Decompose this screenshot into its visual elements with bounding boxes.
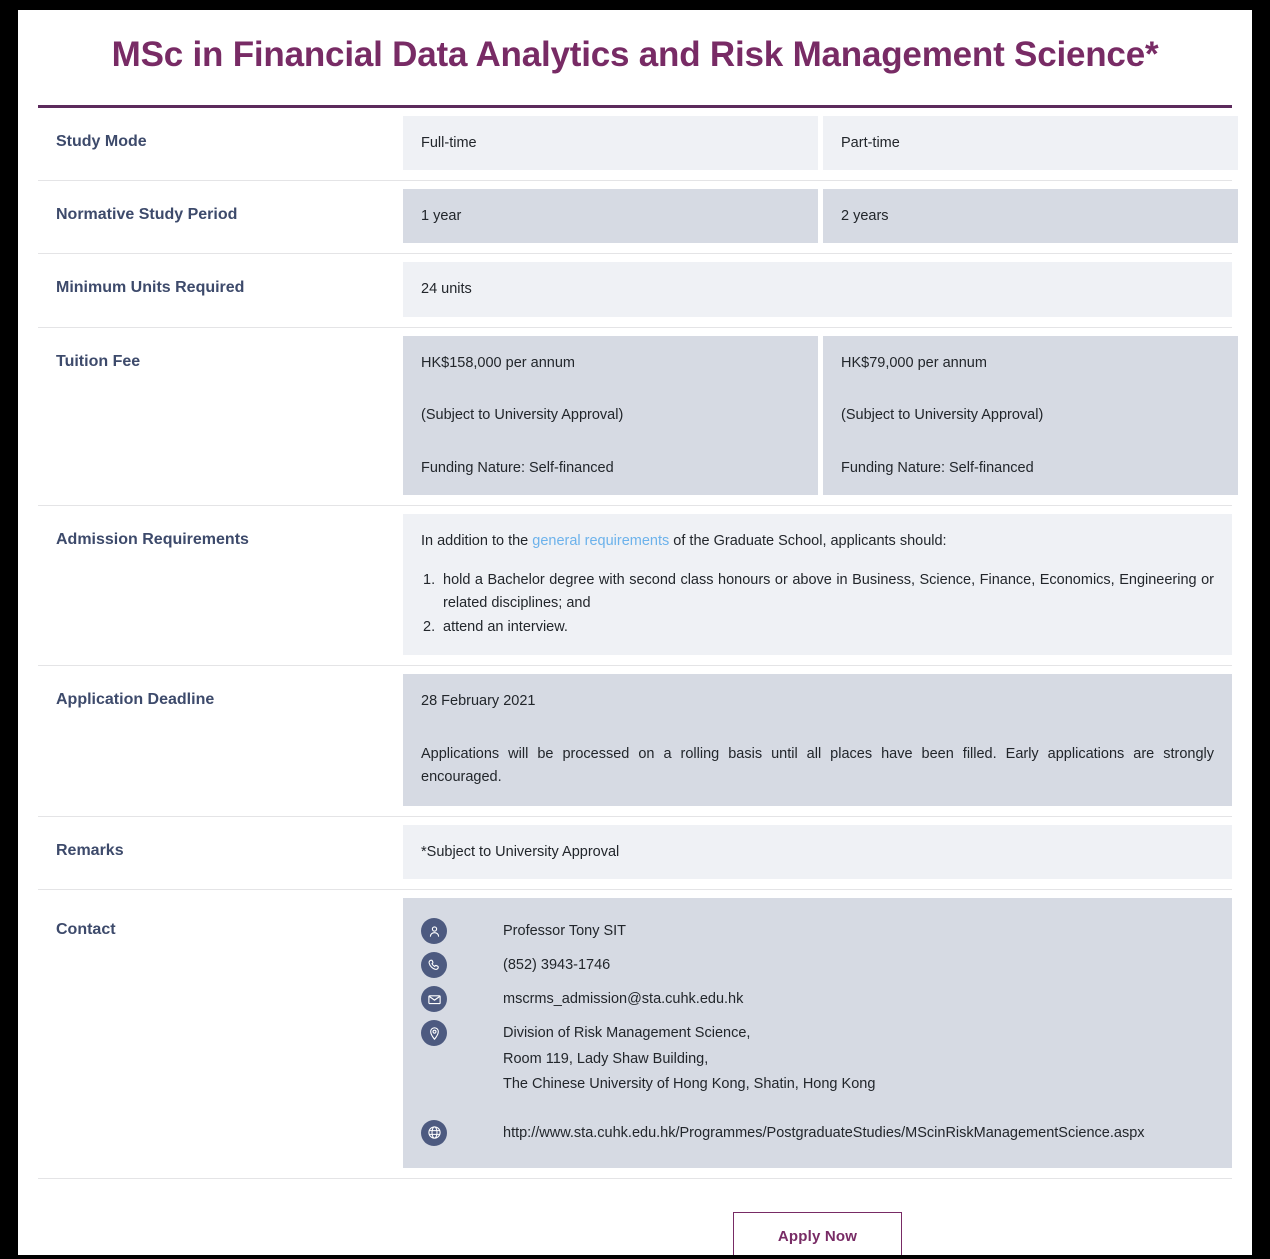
row-values-contact: Professor Tony SIT (852) 3943-1746 mscrm… [403,890,1232,1178]
table-row-tuition-fee: Tuition Fee HK$158,000 per annum (Subjec… [38,327,1238,507]
cell-study-mode-full-time: Full-time [403,115,818,171]
table-row-study-mode: Study Mode Full-time Part-time [38,107,1238,182]
row-values-remarks: *Subject to University Approval [403,817,1232,889]
contact-email: mscrms_admission@sta.cuhk.edu.hk [421,986,1214,1013]
row-label-tuition-fee: Tuition Fee [38,327,403,506]
cell-admission-requirements: In addition to the general requirements … [403,514,1232,656]
row-label-minimum-units: Minimum Units Required [38,254,403,327]
footer-row: Apply Now [38,1178,1232,1255]
tuition-full-time-funding: Funding Nature: Self-financed [421,459,614,476]
device-frame: MSc in Financial Data Analytics and Risk… [0,0,1270,1259]
application-deadline-note: Applications will be processed on a roll… [421,745,1214,786]
row-values-study-mode: Full-time Part-time [403,108,1238,180]
apply-now-button[interactable]: Apply Now [732,1212,903,1255]
contact-address-line-3: The Chinese University of Hong Kong, Sha… [503,1076,876,1093]
cell-normative-part-time: 2 years [823,189,1238,244]
globe-icon [421,1119,447,1146]
contact-address-text: Division of Risk Management Science, Roo… [503,1020,875,1095]
contact-phone: (852) 3943-1746 [421,952,1214,979]
admission-intro-suffix: of the Graduate School, applicants shoul… [669,533,947,550]
person-icon [421,918,447,945]
row-values-minimum-units: 24 units [403,254,1232,326]
admission-intro: In addition to the general requirements … [421,530,1214,552]
table-row-contact: Contact Professor Tony SIT (852) 3943-17… [38,890,1232,1179]
table-row-remarks: Remarks *Subject to University Approval [38,816,1232,891]
admission-requirements-list: hold a Bachelor degree with second class… [421,569,1214,640]
row-label-remarks: Remarks [38,816,403,890]
cell-tuition-full-time: HK$158,000 per annum (Subject to Univers… [403,335,818,496]
tuition-full-time-amount: HK$158,000 per annum [421,354,575,371]
cell-remarks-value: *Subject to University Approval [403,824,1232,880]
table-row-application-deadline: Application Deadline 28 February 2021 Ap… [38,666,1232,817]
contact-website-link[interactable]: http://www.sta.cuhk.edu.hk/Programmes/Po… [503,1120,1145,1144]
phone-icon [421,952,447,979]
title-block: MSc in Financial Data Analytics and Risk… [18,10,1252,79]
tuition-part-time-funding: Funding Nature: Self-financed [841,459,1034,476]
location-pin-icon [421,1020,447,1047]
cell-study-mode-part-time: Part-time [823,115,1238,171]
tuition-part-time-approval: (Subject to University Approval) [841,407,1044,424]
application-deadline-date: 28 February 2021 [421,693,536,710]
page-title: MSc in Financial Data Analytics and Risk… [111,35,1159,74]
table-row-normative-study-period: Normative Study Period 1 year 2 years [38,181,1238,255]
cell-minimum-units-value: 24 units [403,262,1232,317]
general-requirements-link[interactable]: general requirements [532,533,669,549]
list-item: hold a Bachelor degree with second class… [423,569,1214,612]
cell-application-deadline: 28 February 2021 Applications will be pr… [403,674,1232,806]
row-values-normative-study-period: 1 year 2 years [403,181,1238,253]
row-label-admission-requirements: Admission Requirements [38,506,403,666]
tuition-part-time-amount: HK$79,000 per annum [841,354,987,371]
row-label-study-mode: Study Mode [38,107,403,181]
row-label-application-deadline: Application Deadline [38,666,403,816]
contact-address-line-2: Room 119, Lady Shaw Building, [503,1050,709,1067]
row-values-tuition-fee: HK$158,000 per annum (Subject to Univers… [403,328,1238,505]
contact-person: Professor Tony SIT [421,918,1214,945]
row-values-admission-requirements: In addition to the general requirements … [403,506,1232,665]
programme-page: MSc in Financial Data Analytics and Risk… [18,10,1252,1255]
contact-email-link[interactable]: mscrms_admission@sta.cuhk.edu.hk [503,986,743,1010]
cell-contact: Professor Tony SIT (852) 3943-1746 mscrm… [403,898,1232,1169]
contact-website: http://www.sta.cuhk.edu.hk/Programmes/Po… [421,1119,1214,1146]
footer-left-spacer [38,1179,403,1255]
row-values-application-deadline: 28 February 2021 Applications will be pr… [403,666,1232,815]
contact-phone-number: (852) 3943-1746 [503,957,611,974]
contact-person-name: Professor Tony SIT [503,923,627,940]
row-label-normative-study-period: Normative Study Period [38,181,403,254]
table-row-admission-requirements: Admission Requirements In addition to th… [38,506,1232,667]
table-row-minimum-units: Minimum Units Required 24 units [38,254,1232,328]
cell-normative-full-time: 1 year [403,189,818,244]
programme-details-table: Study Mode Full-time Part-time Normative… [38,107,1238,1179]
cell-tuition-part-time: HK$79,000 per annum (Subject to Universi… [823,335,1238,496]
contact-list: Professor Tony SIT (852) 3943-1746 mscrm… [421,914,1214,1146]
tuition-full-time-approval: (Subject to University Approval) [421,407,624,424]
list-item: attend an interview. [423,616,568,640]
footer-right: Apply Now [403,1179,1232,1255]
contact-address-line-1: Division of Risk Management Science, [503,1025,751,1042]
admission-intro-prefix: In addition to the [421,533,533,550]
row-label-contact: Contact [38,890,403,1179]
contact-address: Division of Risk Management Science, Roo… [421,1020,1214,1095]
envelope-icon [421,986,447,1013]
